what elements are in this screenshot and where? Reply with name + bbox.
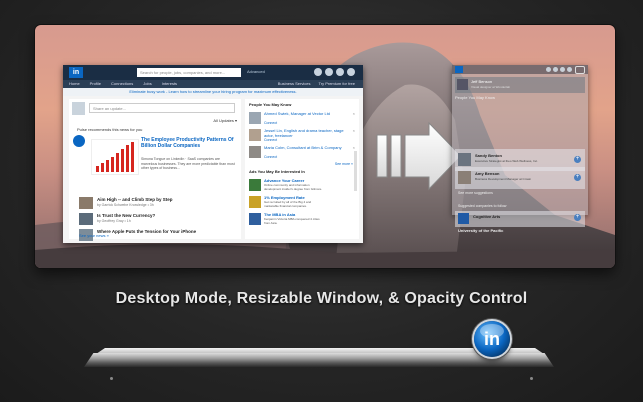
linkedin-compact-window: Jeff Benson Visual designer at Wonderlab… <box>452 65 588 215</box>
suggested-companies-heading: Suggested companies to follow <box>458 204 507 208</box>
messages-icon[interactable] <box>553 67 558 72</box>
company-logo <box>458 213 469 224</box>
pulse-logo-icon <box>73 135 85 147</box>
follow-button[interactable]: + <box>574 214 581 221</box>
close-icon[interactable]: × <box>353 145 355 150</box>
pymk-heading: People You May Know <box>249 102 292 107</box>
pulse-heading: Pulse recommends this news for you <box>77 127 143 132</box>
list-item: Ahmed Swiek, Manager at Vector Ltd Conne… <box>249 111 355 127</box>
list-item[interactable]: The MBA in Asia Kenjamin Victoria MBA co… <box>249 212 355 228</box>
ad-logo <box>249 196 261 208</box>
article-thumbnail[interactable] <box>91 139 139 175</box>
avatar <box>458 153 471 166</box>
news-feed: Share an update... All Updates ▾ Pulse r… <box>69 99 241 241</box>
list-item[interactable]: University of the Pacific <box>458 228 503 233</box>
avatar <box>458 171 471 184</box>
list-item[interactable]: Aim High -- and Climb Step by Step by Ga… <box>79 197 239 213</box>
hero-screenshot: in Search for people, jobs, companies, a… <box>35 25 615 268</box>
close-icon[interactable]: × <box>353 111 355 116</box>
arrow-right-icon <box>376 121 462 191</box>
linkedin-logo[interactable] <box>455 66 463 73</box>
messages-icon[interactable] <box>314 68 322 76</box>
see-news-link[interactable]: See your news » <box>79 233 109 238</box>
add-connections-icon[interactable] <box>336 68 344 76</box>
avatar[interactable] <box>249 129 261 141</box>
profile-icon[interactable] <box>347 68 355 76</box>
article-body: Simona Tongue on LinkedIn · SaaS compani… <box>141 157 235 170</box>
list-item[interactable]: Cognitive Arts + <box>455 211 585 227</box>
search-input[interactable]: Search for people, jobs, companies, and … <box>137 68 241 77</box>
avatar[interactable] <box>249 146 261 158</box>
share-update-input[interactable]: Share an update... <box>89 103 235 113</box>
list-item[interactable]: 1% Employment Rate Get recruited by all … <box>249 195 355 211</box>
avatar <box>72 102 85 115</box>
linkedin-app-icon: in <box>474 321 510 357</box>
notifications-icon[interactable] <box>325 68 333 76</box>
list-item[interactable]: Advance Your Career Online community and… <box>249 178 355 194</box>
list-item[interactable]: Is Trust the New Currency? by Geoffrey G… <box>79 213 239 229</box>
nav-home[interactable]: Home <box>69 80 80 88</box>
notifications-icon[interactable] <box>560 67 565 72</box>
connect-button[interactable]: Connect <box>264 138 277 142</box>
nav-interests[interactable]: Interests <box>162 80 177 88</box>
add-connection-button[interactable]: + <box>574 156 581 163</box>
list-item: Maria Colm, Consultant at Brim & Company… <box>249 145 355 161</box>
list-item[interactable]: Amy Benson Business Development Manager … <box>455 167 585 189</box>
nav-profile[interactable]: Profile <box>90 80 101 88</box>
ad-logo <box>249 179 261 191</box>
nav-connections[interactable]: Connections <box>111 80 133 88</box>
toolbar-icons <box>546 67 572 72</box>
toolbar-icons <box>314 68 355 76</box>
linkedin-logo[interactable]: in <box>69 67 83 78</box>
list-item: Jessel Lin, English and drama teacher, s… <box>249 128 355 144</box>
connect-button[interactable]: Connect <box>264 155 277 159</box>
add-connection-button[interactable]: + <box>574 174 581 181</box>
avatar[interactable] <box>249 112 261 124</box>
all-updates-dropdown[interactable]: All Updates ▾ <box>213 118 237 123</box>
profile-header[interactable]: Jeff Benson Visual designer at Wonderlab <box>455 77 585 93</box>
promo-banner[interactable]: Eliminate busy work - Learn how to strea… <box>63 88 363 96</box>
compact-title-bar <box>452 65 588 74</box>
nav-premium[interactable]: Try Premium for free <box>318 80 355 88</box>
news-thumbnail <box>79 213 93 225</box>
linkedin-desktop-window: in Search for people, jobs, companies, a… <box>63 65 363 243</box>
right-sidebar: People You May Know Ahmed Swiek, Manager… <box>245 99 359 239</box>
avatar <box>457 79 468 90</box>
main-nav: Home Profile Connections Jobs Interests … <box>63 80 363 88</box>
article-title[interactable]: The Employee Productivity Patterns Of Bi… <box>141 137 237 149</box>
advanced-link[interactable]: Advanced <box>247 69 265 74</box>
see-more-suggestions-link[interactable]: See more suggestions <box>458 191 493 195</box>
close-icon[interactable]: × <box>353 128 355 133</box>
ad-logo <box>249 213 261 225</box>
chat-icon[interactable] <box>575 66 585 74</box>
news-thumbnail <box>79 197 93 209</box>
home-icon[interactable] <box>546 67 551 72</box>
shelf-screw <box>110 377 113 380</box>
top-bar: in Search for people, jobs, companies, a… <box>63 65 363 80</box>
caption: Desktop Mode, Resizable Window, & Opacit… <box>115 290 528 307</box>
settings-icon[interactable] <box>567 67 572 72</box>
pymk-heading: People You May Know <box>455 95 496 100</box>
ads-heading: Ads You May Be Interested In <box>249 169 305 174</box>
scrollbar[interactable] <box>354 151 357 191</box>
shelf-screw <box>530 377 533 380</box>
nav-jobs[interactable]: Jobs <box>143 80 151 88</box>
nav-business-services[interactable]: Business Services <box>278 80 311 88</box>
connect-button[interactable]: Connect <box>264 121 277 125</box>
